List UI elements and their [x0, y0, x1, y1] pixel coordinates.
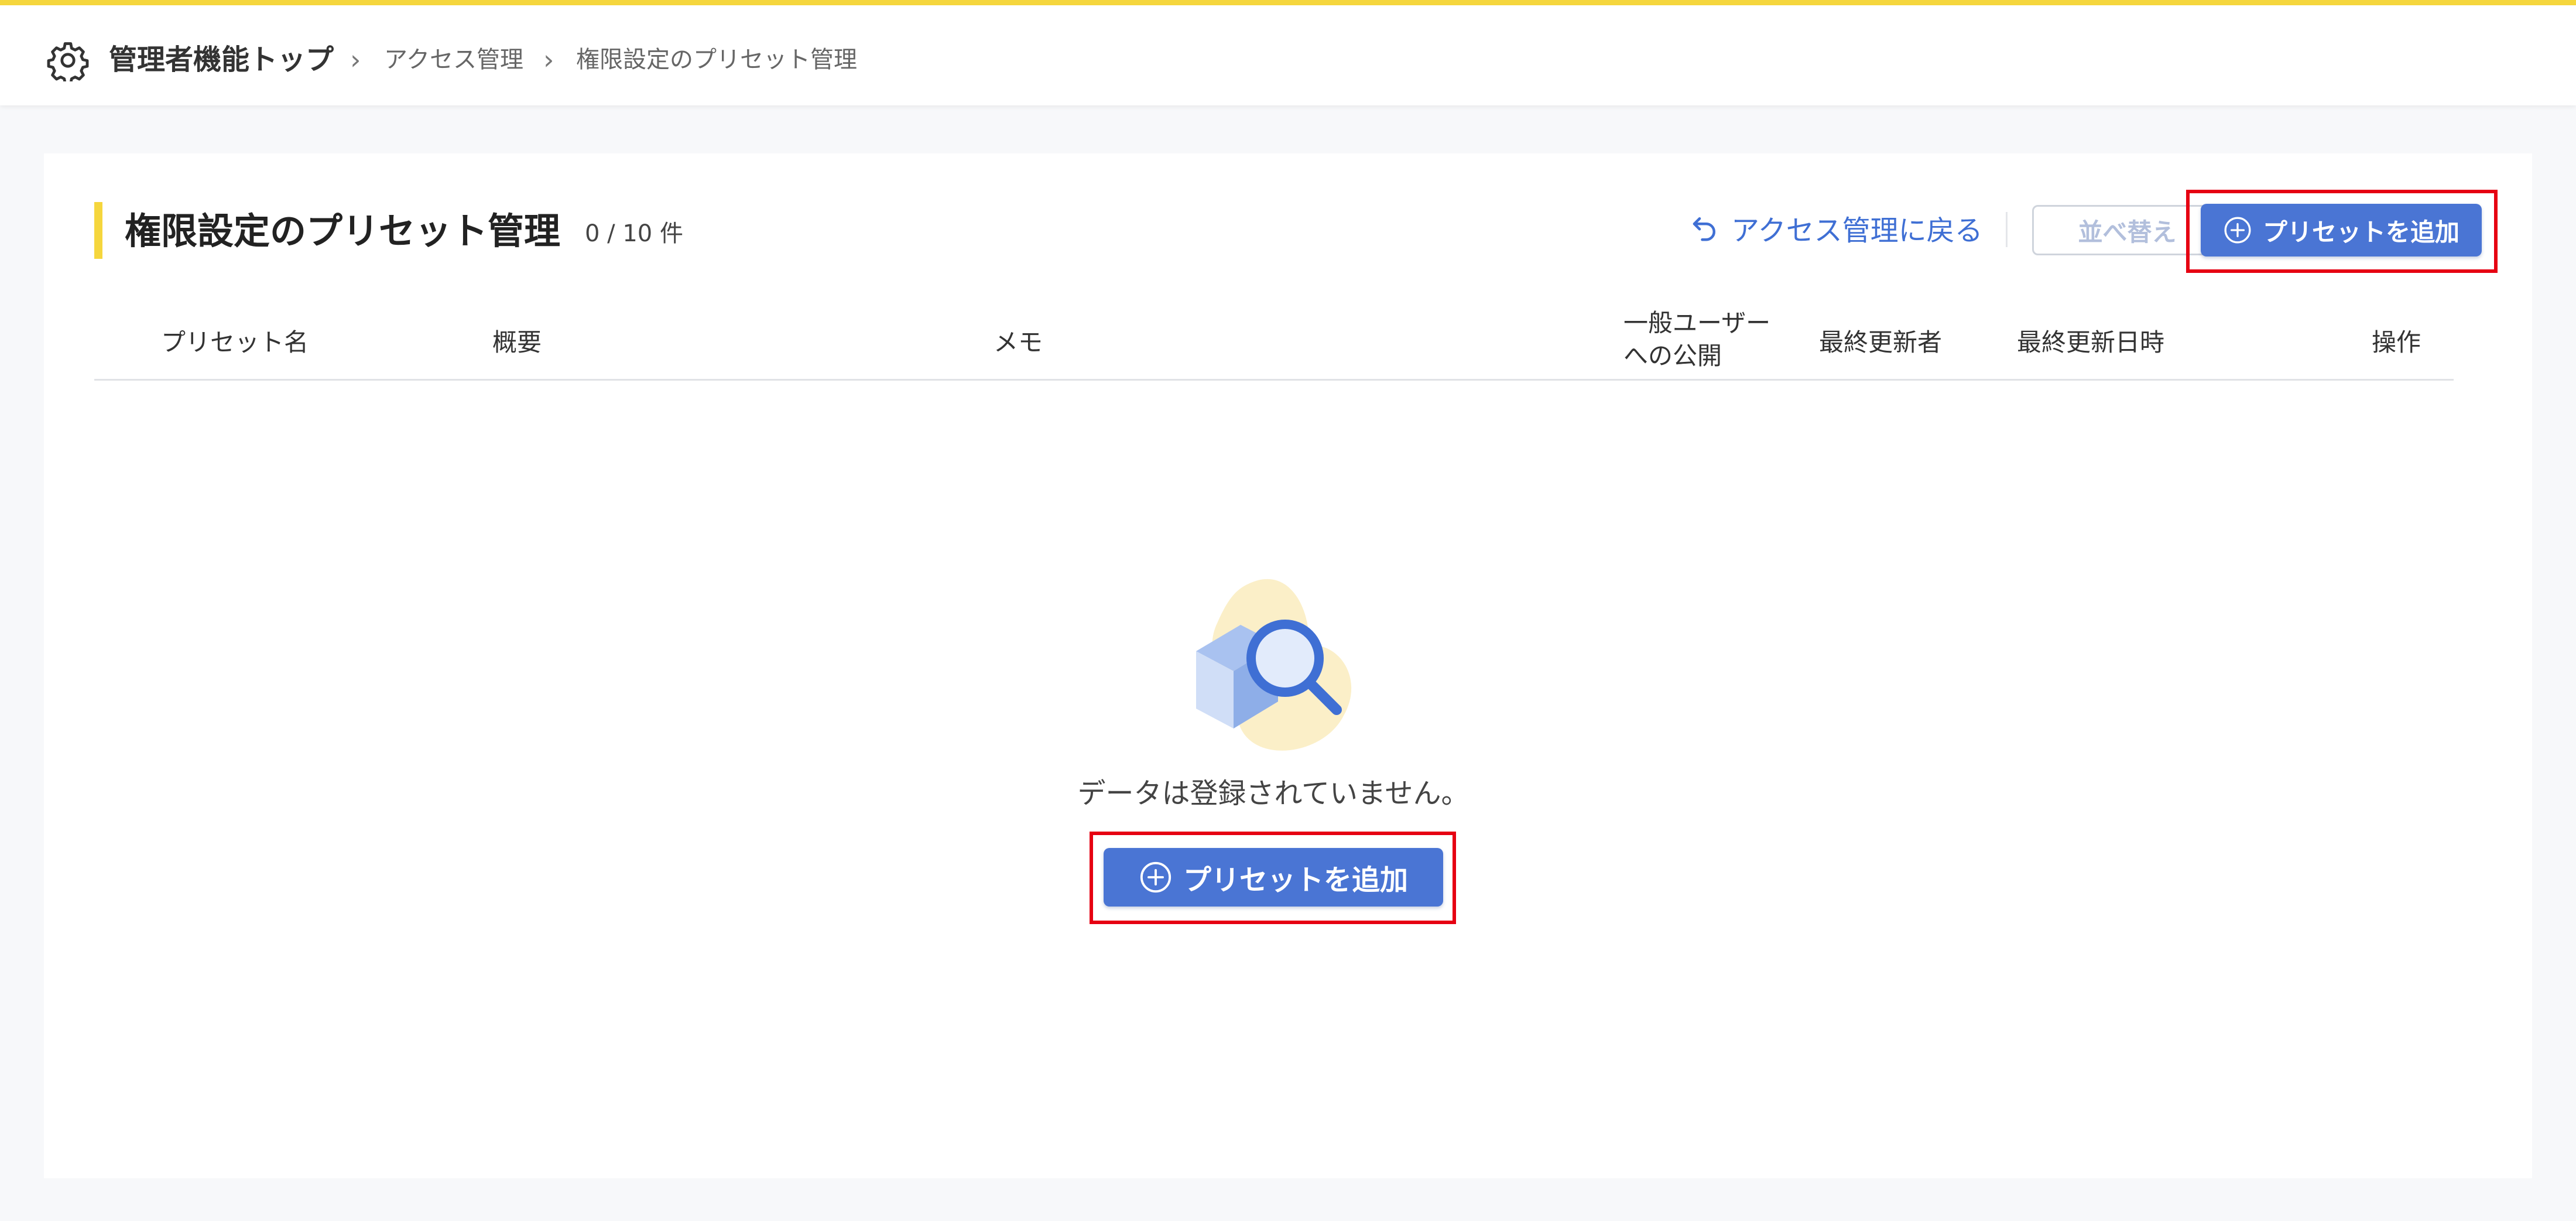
add-preset-button-label: プリセットを追加	[2262, 217, 2459, 247]
empty-state-message: データは登録されていません。	[1077, 777, 1469, 810]
page-title: 権限設定のプリセット管理	[125, 210, 561, 252]
undo-arrow-icon	[1693, 217, 1715, 241]
add-preset-button-empty-state[interactable]: プリセットを追加	[1104, 848, 1443, 907]
preset-count: 0 / 10 件	[585, 220, 683, 247]
column-header-actions: 操作	[2372, 328, 2421, 357]
chevron-right-icon: ›	[543, 44, 554, 76]
back-to-access-management-link[interactable]: アクセス管理に戻る	[1689, 203, 1983, 253]
add-preset-empty-button-label: プリセットを追加	[1183, 864, 1408, 897]
empty-box-search-illustration	[1196, 579, 1352, 751]
title-accent-bar	[94, 202, 102, 259]
toolbar-divider	[2006, 212, 2008, 247]
breadcrumb-admin-top[interactable]: 管理者機能トップ	[109, 42, 334, 78]
plus-circle-icon	[2224, 217, 2251, 244]
gear-icon[interactable]	[47, 39, 89, 81]
breadcrumb-current-page: 権限設定のプリセット管理	[576, 46, 857, 73]
column-header-memo: メモ	[994, 328, 1043, 357]
sort-button[interactable]: 並べ替え	[2032, 205, 2222, 255]
column-header-public-line1: 一般ユーザー	[1623, 309, 1771, 337]
column-header-public-to-users: 一般ユーザー への公開	[1623, 307, 1770, 372]
column-header-public-line2: への公開	[1623, 341, 1722, 370]
plus-circle-icon	[1140, 861, 1171, 893]
main-panel: 権限設定のプリセット管理 0 / 10 件 アクセス管理に戻る 並べ替え プリセ…	[44, 153, 2532, 1178]
column-header-last-updated-by: 最終更新者	[1819, 328, 1943, 357]
column-header-last-updated-at: 最終更新日時	[2017, 328, 2165, 357]
back-link-label: アクセス管理に戻る	[1731, 214, 1983, 247]
column-header-preset-name: プリセット名	[161, 328, 309, 357]
breadcrumb-access-management[interactable]: アクセス管理	[384, 42, 523, 78]
table-header: プリセット名 概要 メモ 一般ユーザー への公開 最終更新者 最終更新日時 操作	[94, 300, 2454, 381]
column-header-summary: 概要	[492, 328, 542, 357]
top-header: 管理者機能トップ › アクセス管理 › 権限設定のプリセット管理	[0, 0, 2576, 105]
add-preset-button[interactable]: プリセットを追加	[2201, 204, 2482, 256]
chevron-right-icon: ›	[350, 44, 361, 76]
